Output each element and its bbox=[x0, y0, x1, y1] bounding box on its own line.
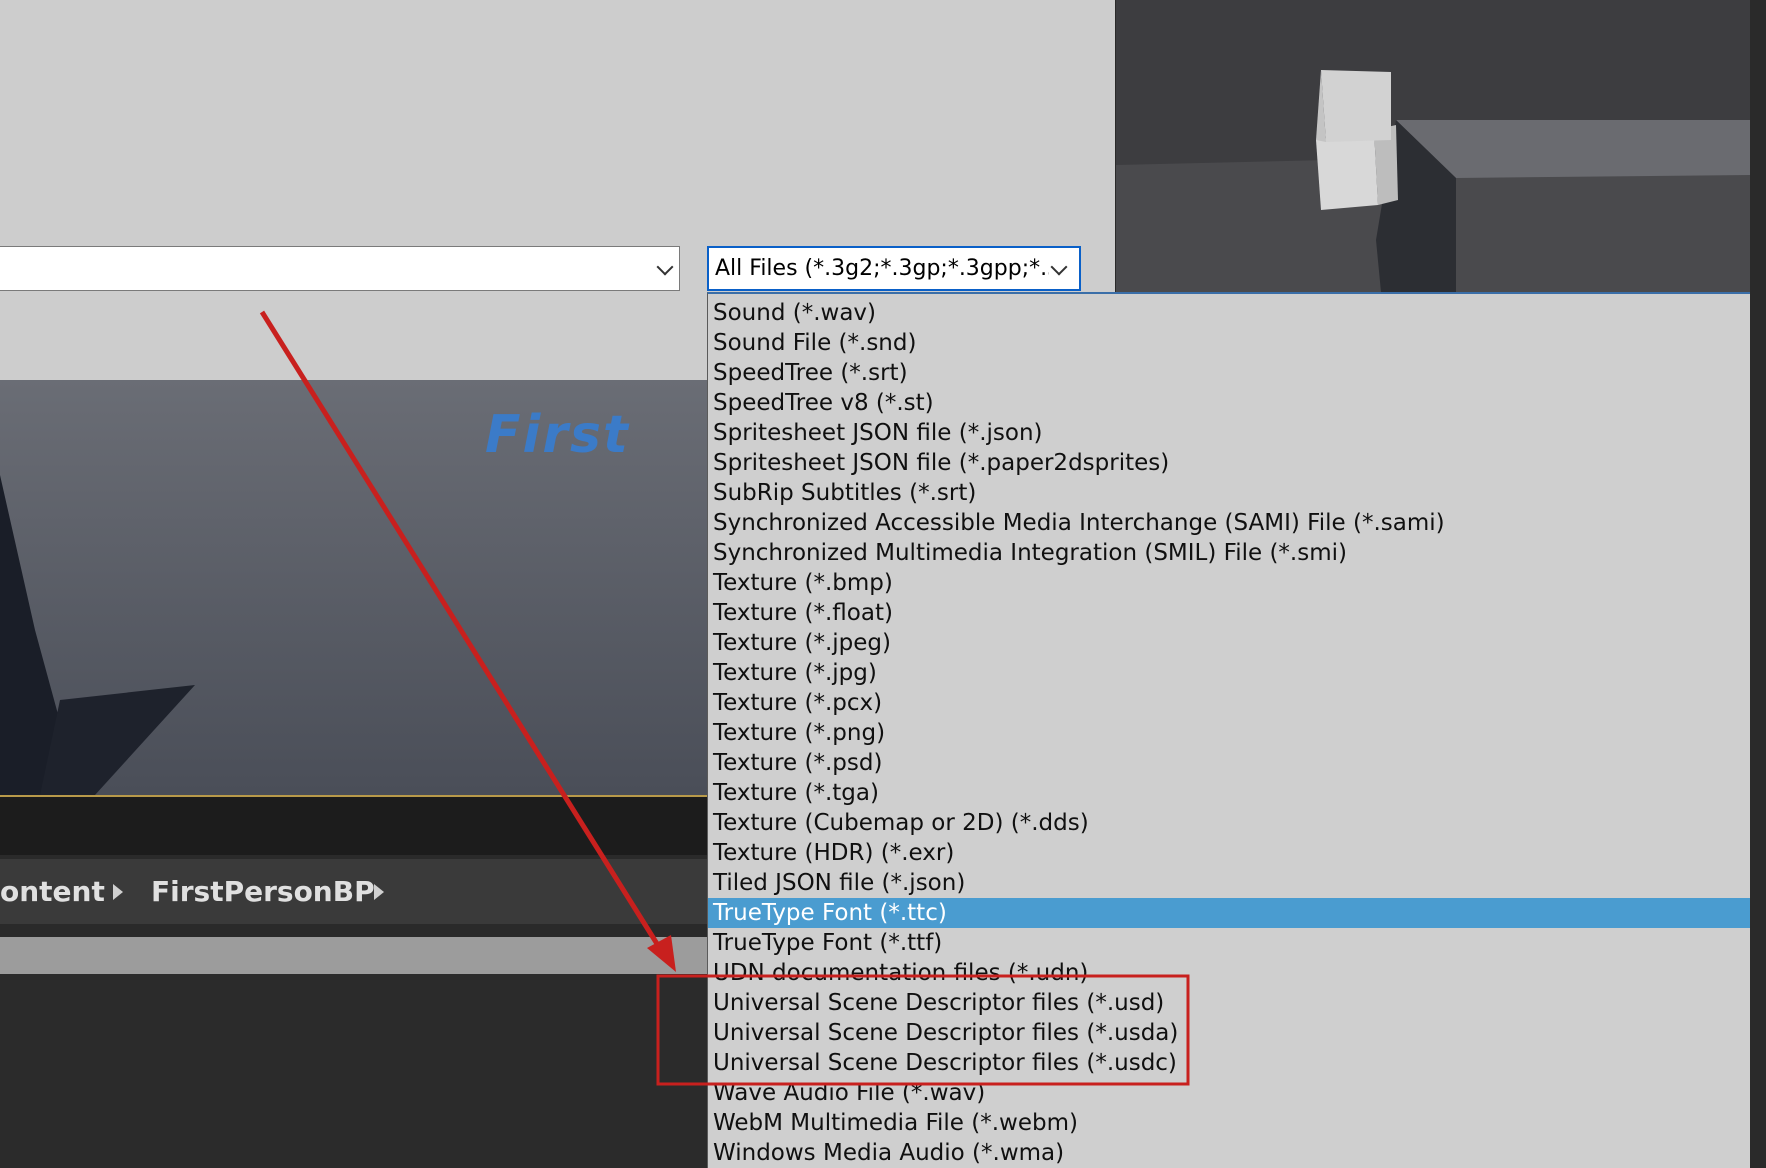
breadcrumb-item-content[interactable]: ontent bbox=[0, 875, 105, 908]
dropdown-option[interactable]: Texture (*.psd) bbox=[708, 748, 1750, 778]
dropdown-option[interactable]: SpeedTree (*.srt) bbox=[708, 358, 1750, 388]
dropdown-option[interactable]: Universal Scene Descriptor files (*.usda… bbox=[708, 1018, 1750, 1048]
dropdown-option[interactable]: Synchronized Multimedia Integration (SMI… bbox=[708, 538, 1750, 568]
dropdown-option[interactable]: Spritesheet JSON file (*.json) bbox=[708, 418, 1750, 448]
dropdown-option[interactable]: WebM Multimedia File (*.webm) bbox=[708, 1108, 1750, 1138]
breadcrumb-arrow-icon[interactable] bbox=[113, 884, 123, 900]
dropdown-option[interactable]: Synchronized Accessible Media Interchang… bbox=[708, 508, 1750, 538]
scene-render bbox=[1116, 0, 1750, 292]
dropdown-option[interactable]: Spritesheet JSON file (*.paper2dsprites) bbox=[708, 448, 1750, 478]
dropdown-option[interactable]: TrueType Font (*.ttf) bbox=[708, 928, 1750, 958]
dropdown-option[interactable]: Texture (*.pcx) bbox=[708, 688, 1750, 718]
window-edge bbox=[1750, 0, 1766, 1168]
filetype-dropdown-list[interactable]: Sound (*.wav) Sound File (*.snd) SpeedTree… bbox=[707, 292, 1750, 1168]
dropdown-option[interactable]: Texture (*.jpg) bbox=[708, 658, 1750, 688]
dropdown-option[interactable]: Sound (*.wav) bbox=[708, 298, 1750, 328]
breadcrumb-item-firstpersonbp[interactable]: FirstPersonBP bbox=[151, 875, 375, 908]
dropdown-option[interactable]: Texture (HDR) (*.exr) bbox=[708, 838, 1750, 868]
dropdown-option[interactable]: TrueType Font (*.ttc) bbox=[708, 898, 1750, 928]
viewport-preview bbox=[1116, 0, 1750, 292]
chevron-down-icon[interactable] bbox=[1050, 258, 1068, 275]
asset-panel bbox=[0, 974, 707, 1168]
filename-combobox[interactable] bbox=[0, 246, 680, 291]
viewport-title-text: First bbox=[485, 405, 630, 465]
dropdown-option[interactable]: Wave Audio File (*.wav) bbox=[708, 1078, 1750, 1108]
search-bar[interactable] bbox=[0, 937, 707, 974]
dropdown-option[interactable]: Texture (*.tga) bbox=[708, 778, 1750, 808]
chevron-down-icon[interactable] bbox=[656, 258, 674, 275]
dropdown-option[interactable]: Universal Scene Descriptor files (*.usd) bbox=[708, 988, 1750, 1018]
content-browser-toolbar bbox=[0, 797, 707, 855]
dropdown-option[interactable]: SpeedTree v8 (*.st) bbox=[708, 388, 1750, 418]
dropdown-option[interactable]: Texture (*.float) bbox=[708, 598, 1750, 628]
dropdown-option[interactable]: Windows Media Audio (*.wma) bbox=[708, 1138, 1750, 1168]
breadcrumb-arrow-icon[interactable] bbox=[374, 884, 384, 900]
filetype-combobox[interactable]: All Files (*.3g2;*.3gp;*.3gpp;*.3g bbox=[707, 246, 1081, 291]
dropdown-option[interactable]: Texture (*.jpeg) bbox=[708, 628, 1750, 658]
dropdown-option[interactable]: SubRip Subtitles (*.srt) bbox=[708, 478, 1750, 508]
dropdown-option[interactable]: Universal Scene Descriptor files (*.usdc… bbox=[708, 1048, 1750, 1078]
dropdown-option[interactable]: Texture (*.png) bbox=[708, 718, 1750, 748]
dropdown-option[interactable]: Texture (Cubemap or 2D) (*.dds) bbox=[708, 808, 1750, 838]
dropdown-option[interactable]: Tiled JSON file (*.json) bbox=[708, 868, 1750, 898]
dropdown-option[interactable]: Sound File (*.snd) bbox=[708, 328, 1750, 358]
breadcrumb: ontent FirstPersonBP bbox=[0, 859, 707, 924]
dropdown-option[interactable]: UDN documentation files (*.udn) bbox=[708, 958, 1750, 988]
filetype-selected-label: All Files (*.3g2;*.3gp;*.3gpp;*.3g bbox=[715, 256, 1049, 281]
dropdown-option[interactable]: Texture (*.bmp) bbox=[708, 568, 1750, 598]
